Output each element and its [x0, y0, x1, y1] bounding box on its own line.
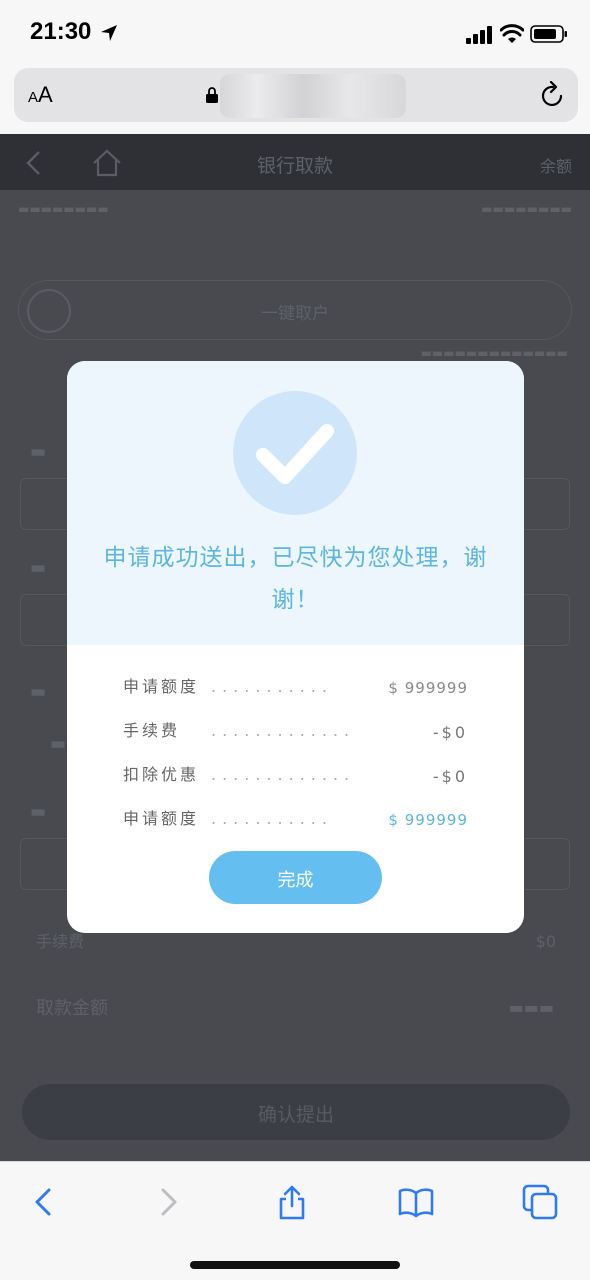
page-meta-left: ▬▬▬▬▬▬▬▬ [18, 202, 109, 216]
page-meta-right: ▬▬▬▬▬▬▬▬ [481, 202, 572, 216]
page-field-label: ▬ [50, 734, 67, 754]
page-field-label: ▬ [30, 558, 47, 578]
dialog-header: 申请成功送出，已尽快为您处理，谢谢！ [67, 361, 524, 645]
address-bar[interactable]: AA [14, 68, 578, 122]
done-label: 完成 [277, 870, 314, 890]
detail-label: 申请额度 [123, 809, 200, 828]
browser-forward-icon[interactable] [150, 1184, 186, 1220]
detail-label: 手续费 [123, 721, 181, 740]
page-amount-value: ▬▬▬ [508, 998, 554, 1017]
detail-value: $ 999999 [388, 679, 468, 697]
home-indicator [190, 1261, 400, 1269]
detail-value: $ 999999 [388, 811, 468, 829]
text-size-button[interactable]: AA [28, 82, 53, 108]
balance-link: 余额 [539, 157, 572, 176]
page-fee-label: 手续费 [36, 932, 85, 951]
leader-dots: ........... [211, 677, 333, 696]
detail-value: -$0 [432, 723, 468, 742]
page-field-label: ▬ [30, 682, 47, 702]
tabs-icon[interactable] [522, 1184, 558, 1220]
confirm-withdraw-button: 确认提出 [22, 1084, 570, 1140]
lock-icon [206, 87, 218, 103]
success-message: 申请成功送出，已尽快为您处理，谢谢！ [103, 545, 488, 613]
browser-back-icon[interactable] [26, 1184, 62, 1220]
page-title: 银行取款 [256, 155, 333, 177]
location-arrow-icon [101, 25, 117, 41]
detail-row: 扣除优惠 ............. -$0 [123, 761, 468, 789]
success-badge [233, 391, 357, 515]
done-button[interactable]: 完成 [209, 851, 382, 904]
bookmarks-icon[interactable] [398, 1184, 434, 1220]
page-amount-label: 取款金额 [36, 998, 108, 1019]
checkmark-icon [256, 424, 334, 484]
leader-dots: ............. [211, 765, 356, 784]
card-label: 一键取户 [261, 304, 329, 324]
battery-icon [530, 25, 567, 43]
detail-row: 申请额度 ........... $ 999999 [123, 805, 468, 833]
detail-label: 扣除优惠 [123, 765, 200, 784]
detail-value: -$0 [432, 767, 468, 786]
detail-label: 申请额度 [123, 677, 200, 696]
confirm-label: 确认提出 [257, 1104, 334, 1126]
page-field-label: ▬ [30, 802, 47, 822]
leader-dots: ........... [211, 809, 333, 828]
status-time: 21:30 [30, 18, 92, 45]
leader-dots: ............. [211, 721, 356, 740]
wifi-icon [500, 24, 524, 43]
quick-withdraw-card: 一键取户 [18, 280, 572, 340]
success-dialog: 申请成功送出，已尽快为您处理，谢谢！ 申请额度 ........... $ 99… [67, 361, 524, 933]
status-bar: 21:30 [0, 0, 590, 64]
cellular-signal-icon [466, 26, 492, 44]
page-field-label: ▬ [30, 442, 47, 462]
detail-row: 手续费 ............. -$0 [123, 717, 468, 745]
page-note: ▬▬▬▬▬▬▬▬▬▬▬▬▬ [420, 346, 568, 360]
share-icon[interactable] [274, 1184, 310, 1220]
reload-icon[interactable] [540, 81, 566, 109]
detail-row: 申请额度 ........... $ 999999 [123, 673, 468, 701]
page-header: 银行取款 余额 [0, 134, 590, 190]
url-field-blurred[interactable] [220, 74, 406, 118]
page-fee-value: $0 [535, 932, 556, 951]
